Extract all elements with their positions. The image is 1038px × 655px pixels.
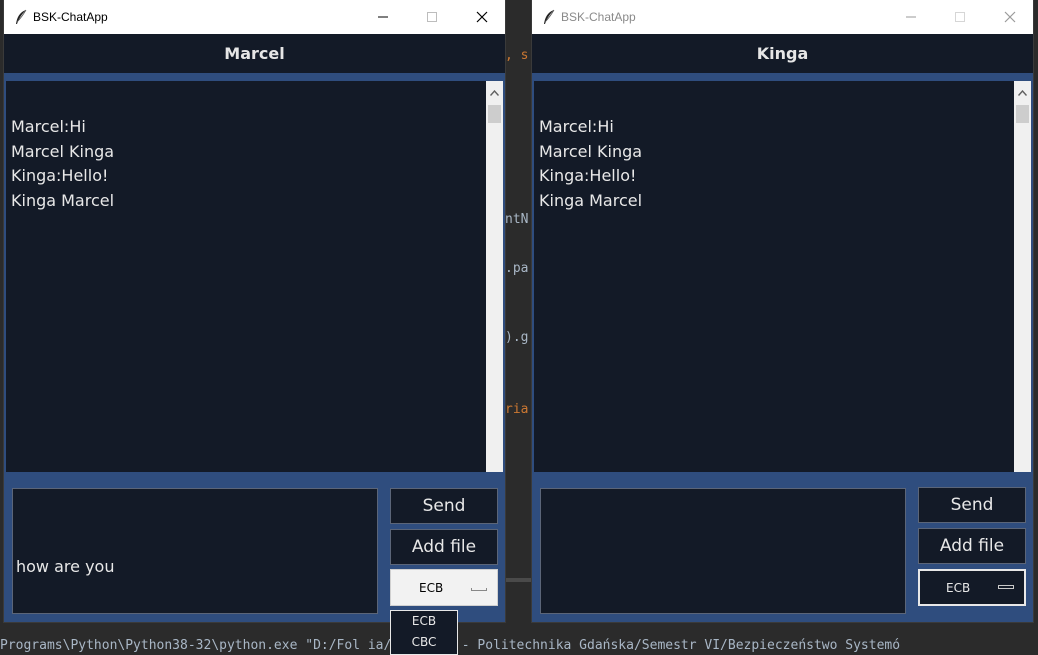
scrollbar-thumb[interactable] — [488, 105, 501, 123]
minimize-icon[interactable] — [360, 0, 406, 34]
scrollbar-thumb[interactable] — [1016, 105, 1029, 123]
send-button[interactable]: Send — [918, 487, 1026, 523]
code-fragment: ria — [505, 402, 529, 417]
message-line: Marcel:Hi — [539, 117, 614, 136]
message-line: Marcel Kinga — [11, 141, 115, 161]
mode-select[interactable]: ECB — [390, 569, 498, 606]
window-title: BSK-ChatApp — [561, 10, 636, 24]
message-line: Marcel Kinga — [539, 141, 643, 161]
chevron-up-icon[interactable] — [486, 87, 503, 99]
message-area[interactable]: Marcel:Hi Marcel Kinga Kinga:Hello! King… — [4, 79, 505, 474]
add-file-button[interactable]: Add file — [390, 529, 498, 565]
title-bar[interactable]: BSK-ChatApp — [532, 0, 1033, 34]
dropdown-indicator-icon — [471, 588, 487, 591]
dropdown-indicator-icon — [998, 585, 1014, 589]
feather-icon — [14, 9, 28, 25]
mode-dropdown-menu: ECB CBC — [390, 610, 458, 655]
maximize-icon[interactable] — [937, 0, 983, 34]
maximize-icon[interactable] — [409, 0, 455, 34]
feather-icon — [542, 9, 556, 25]
chevron-up-icon[interactable] — [1014, 87, 1031, 99]
code-fragment: , s — [505, 48, 529, 63]
mode-select-value: ECB — [946, 581, 971, 595]
mode-select-value: ECB — [419, 581, 444, 595]
console-output: Programs\Python\Python38-32\python.exe "… — [0, 636, 1038, 655]
chat-header: Marcel — [4, 34, 505, 73]
message-input-value: how are you — [16, 557, 115, 576]
message-line: Kinga Marcel — [11, 190, 115, 210]
message-line: Marcel:Hi — [11, 117, 86, 136]
mode-select[interactable]: ECB — [918, 569, 1026, 606]
window-title: BSK-ChatApp — [33, 10, 108, 24]
send-button[interactable]: Send — [390, 488, 498, 524]
message-line: Kinga:Hello! — [539, 166, 637, 186]
vertical-scrollbar[interactable] — [486, 81, 503, 472]
close-icon[interactable] — [987, 0, 1033, 34]
code-fragment: ).g — [505, 330, 529, 345]
message-list: Marcel:Hi Marcel Kinga Kinga:Hello! King… — [539, 115, 642, 213]
input-panel: Send Add file ECB — [532, 474, 1033, 622]
message-input[interactable] — [540, 488, 906, 614]
code-fragment: .pa — [505, 261, 529, 276]
title-bar[interactable]: BSK-ChatApp — [4, 0, 505, 34]
chat-header: Kinga — [532, 34, 1033, 73]
code-fragment: ntN — [505, 212, 529, 227]
minimize-icon[interactable] — [888, 0, 934, 34]
message-line: Kinga:Hello! — [11, 166, 109, 186]
message-line: Kinga Marcel — [539, 190, 643, 210]
mode-option-ecb[interactable]: ECB — [391, 614, 457, 628]
message-area[interactable]: Marcel:Hi Marcel Kinga Kinga:Hello! King… — [532, 79, 1033, 474]
input-panel: how are you Send Add file ECB — [4, 474, 505, 622]
close-icon[interactable] — [459, 0, 505, 34]
vertical-scrollbar[interactable] — [1014, 81, 1031, 472]
message-list: Marcel:Hi Marcel Kinga Kinga:Hello! King… — [11, 115, 114, 213]
message-input[interactable]: how are you — [12, 488, 378, 614]
chat-window-marcel: BSK-ChatApp Marcel Marcel:Hi Marcel King… — [4, 0, 505, 622]
add-file-button[interactable]: Add file — [918, 528, 1026, 564]
mode-option-cbc[interactable]: CBC — [391, 635, 457, 649]
chat-window-kinga: BSK-ChatApp Kinga Marcel:Hi Marcel Kinga… — [532, 0, 1033, 622]
